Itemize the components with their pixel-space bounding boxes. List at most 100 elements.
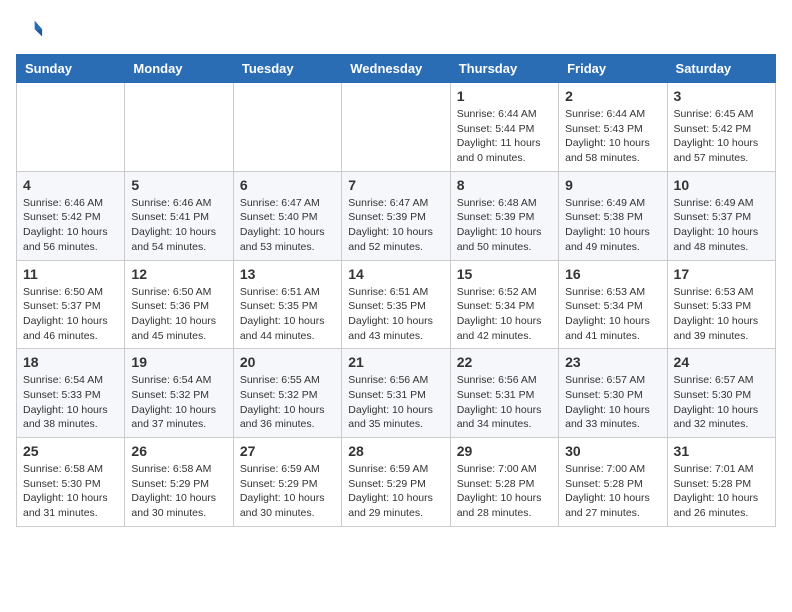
day-info: Sunrise: 6:56 AM Sunset: 5:31 PM Dayligh… [457,373,552,432]
day-info: Sunrise: 7:01 AM Sunset: 5:28 PM Dayligh… [674,462,769,521]
day-number: 14 [348,266,443,282]
day-number: 11 [23,266,118,282]
calendar-cell [17,83,125,172]
day-number: 12 [131,266,226,282]
calendar-cell: 24 Sunrise: 6:57 AM Sunset: 5:30 PM Dayli… [667,349,775,438]
calendar-week-row: 11 Sunrise: 6:50 AM Sunset: 5:37 PM Dayli… [17,260,776,349]
calendar-cell: 29Sunrise: 7:00 AM Sunset: 5:28 PM Dayli… [450,438,558,527]
day-info: Sunrise: 6:44 AM Sunset: 5:44 PM Dayligh… [457,107,552,166]
day-info: Sunrise: 6:47 AM Sunset: 5:39 PM Dayligh… [348,196,443,255]
day-info: Sunrise: 6:56 AM Sunset: 5:31 PM Dayligh… [348,373,443,432]
day-info: Sunrise: 6:49 AM Sunset: 5:38 PM Dayligh… [565,196,660,255]
calendar-cell: 23Sunrise: 6:57 AM Sunset: 5:30 PM Dayli… [559,349,667,438]
calendar-cell: 21 Sunrise: 6:56 AM Sunset: 5:31 PM Dayli… [342,349,450,438]
calendar-cell [125,83,233,172]
calendar-cell: 13 Sunrise: 6:51 AM Sunset: 5:35 PM Dayli… [233,260,341,349]
calendar-cell: 31 Sunrise: 7:01 AM Sunset: 5:28 PM Dayli… [667,438,775,527]
day-info: Sunrise: 6:50 AM Sunset: 5:37 PM Dayligh… [23,285,118,344]
day-number: 15 [457,266,552,282]
day-info: Sunrise: 6:47 AM Sunset: 5:40 PM Dayligh… [240,196,335,255]
calendar-cell: 17Sunrise: 6:53 AM Sunset: 5:33 PM Dayli… [667,260,775,349]
day-number: 18 [23,354,118,370]
calendar-table: SundayMondayTuesdayWednesdayThursdayFrid… [16,54,776,527]
page-header [16,16,776,44]
day-info: Sunrise: 6:51 AM Sunset: 5:35 PM Dayligh… [348,285,443,344]
calendar-cell: 7 Sunrise: 6:47 AM Sunset: 5:39 PM Daylig… [342,171,450,260]
day-info: Sunrise: 6:52 AM Sunset: 5:34 PM Dayligh… [457,285,552,344]
day-info: Sunrise: 6:57 AM Sunset: 5:30 PM Dayligh… [565,373,660,432]
day-of-week-header: Thursday [450,55,558,83]
calendar-cell: 25Sunrise: 6:58 AM Sunset: 5:30 PM Dayli… [17,438,125,527]
day-info: Sunrise: 6:51 AM Sunset: 5:35 PM Dayligh… [240,285,335,344]
day-info: Sunrise: 6:59 AM Sunset: 5:29 PM Dayligh… [348,462,443,521]
logo [16,16,48,44]
logo-icon [16,16,44,44]
day-number: 9 [565,177,660,193]
day-info: Sunrise: 6:44 AM Sunset: 5:43 PM Dayligh… [565,107,660,166]
day-of-week-header: Wednesday [342,55,450,83]
day-info: Sunrise: 6:45 AM Sunset: 5:42 PM Dayligh… [674,107,769,166]
calendar-cell: 5Sunrise: 6:46 AM Sunset: 5:41 PM Daylig… [125,171,233,260]
calendar-cell: 27 Sunrise: 6:59 AM Sunset: 5:29 PM Dayli… [233,438,341,527]
day-number: 16 [565,266,660,282]
calendar-cell [342,83,450,172]
calendar-cell: 3Sunrise: 6:45 AM Sunset: 5:42 PM Daylig… [667,83,775,172]
day-number: 19 [131,354,226,370]
calendar-cell: 19 Sunrise: 6:54 AM Sunset: 5:32 PM Dayli… [125,349,233,438]
day-number: 26 [131,443,226,459]
day-number: 28 [348,443,443,459]
calendar-cell: 22Sunrise: 6:56 AM Sunset: 5:31 PM Dayli… [450,349,558,438]
calendar-week-row: 18 Sunrise: 6:54 AM Sunset: 5:33 PM Dayli… [17,349,776,438]
day-number: 21 [348,354,443,370]
day-of-week-header: Monday [125,55,233,83]
calendar-cell: 30Sunrise: 7:00 AM Sunset: 5:28 PM Dayli… [559,438,667,527]
day-of-week-header: Saturday [667,55,775,83]
day-number: 6 [240,177,335,193]
day-number: 4 [23,177,118,193]
calendar-header-row: SundayMondayTuesdayWednesdayThursdayFrid… [17,55,776,83]
day-info: Sunrise: 6:57 AM Sunset: 5:30 PM Dayligh… [674,373,769,432]
calendar-cell: 6 Sunrise: 6:47 AM Sunset: 5:40 PM Daylig… [233,171,341,260]
day-number: 13 [240,266,335,282]
calendar-cell: 1 Sunrise: 6:44 AM Sunset: 5:44 PM Daylig… [450,83,558,172]
day-info: Sunrise: 6:55 AM Sunset: 5:32 PM Dayligh… [240,373,335,432]
day-number: 1 [457,88,552,104]
day-info: Sunrise: 6:54 AM Sunset: 5:33 PM Dayligh… [23,373,118,432]
calendar-cell: 10Sunrise: 6:49 AM Sunset: 5:37 PM Dayli… [667,171,775,260]
day-of-week-header: Sunday [17,55,125,83]
day-info: Sunrise: 6:54 AM Sunset: 5:32 PM Dayligh… [131,373,226,432]
day-info: Sunrise: 6:59 AM Sunset: 5:29 PM Dayligh… [240,462,335,521]
day-number: 2 [565,88,660,104]
calendar-cell: 11 Sunrise: 6:50 AM Sunset: 5:37 PM Dayli… [17,260,125,349]
calendar-cell: 28 Sunrise: 6:59 AM Sunset: 5:29 PM Dayli… [342,438,450,527]
calendar-cell: 20 Sunrise: 6:55 AM Sunset: 5:32 PM Dayli… [233,349,341,438]
day-number: 20 [240,354,335,370]
day-of-week-header: Tuesday [233,55,341,83]
calendar-cell: 26 Sunrise: 6:58 AM Sunset: 5:29 PM Dayli… [125,438,233,527]
calendar-cell: 4 Sunrise: 6:46 AM Sunset: 5:42 PM Daylig… [17,171,125,260]
day-number: 17 [674,266,769,282]
calendar-cell: 14 Sunrise: 6:51 AM Sunset: 5:35 PM Dayli… [342,260,450,349]
day-number: 24 [674,354,769,370]
day-number: 30 [565,443,660,459]
day-of-week-header: Friday [559,55,667,83]
day-info: Sunrise: 6:48 AM Sunset: 5:39 PM Dayligh… [457,196,552,255]
day-info: Sunrise: 6:49 AM Sunset: 5:37 PM Dayligh… [674,196,769,255]
day-number: 25 [23,443,118,459]
day-number: 31 [674,443,769,459]
day-info: Sunrise: 6:46 AM Sunset: 5:41 PM Dayligh… [131,196,226,255]
calendar-cell: 16 Sunrise: 6:53 AM Sunset: 5:34 PM Dayli… [559,260,667,349]
day-info: Sunrise: 6:53 AM Sunset: 5:34 PM Dayligh… [565,285,660,344]
day-number: 29 [457,443,552,459]
calendar-week-row: 4 Sunrise: 6:46 AM Sunset: 5:42 PM Daylig… [17,171,776,260]
day-number: 7 [348,177,443,193]
day-info: Sunrise: 6:58 AM Sunset: 5:29 PM Dayligh… [131,462,226,521]
day-info: Sunrise: 6:46 AM Sunset: 5:42 PM Dayligh… [23,196,118,255]
calendar-cell: 9 Sunrise: 6:49 AM Sunset: 5:38 PM Daylig… [559,171,667,260]
day-number: 27 [240,443,335,459]
day-info: Sunrise: 6:50 AM Sunset: 5:36 PM Dayligh… [131,285,226,344]
calendar-cell: 12 Sunrise: 6:50 AM Sunset: 5:36 PM Dayli… [125,260,233,349]
calendar-cell: 8Sunrise: 6:48 AM Sunset: 5:39 PM Daylig… [450,171,558,260]
calendar-cell: 2 Sunrise: 6:44 AM Sunset: 5:43 PM Daylig… [559,83,667,172]
calendar-cell: 18 Sunrise: 6:54 AM Sunset: 5:33 PM Dayli… [17,349,125,438]
